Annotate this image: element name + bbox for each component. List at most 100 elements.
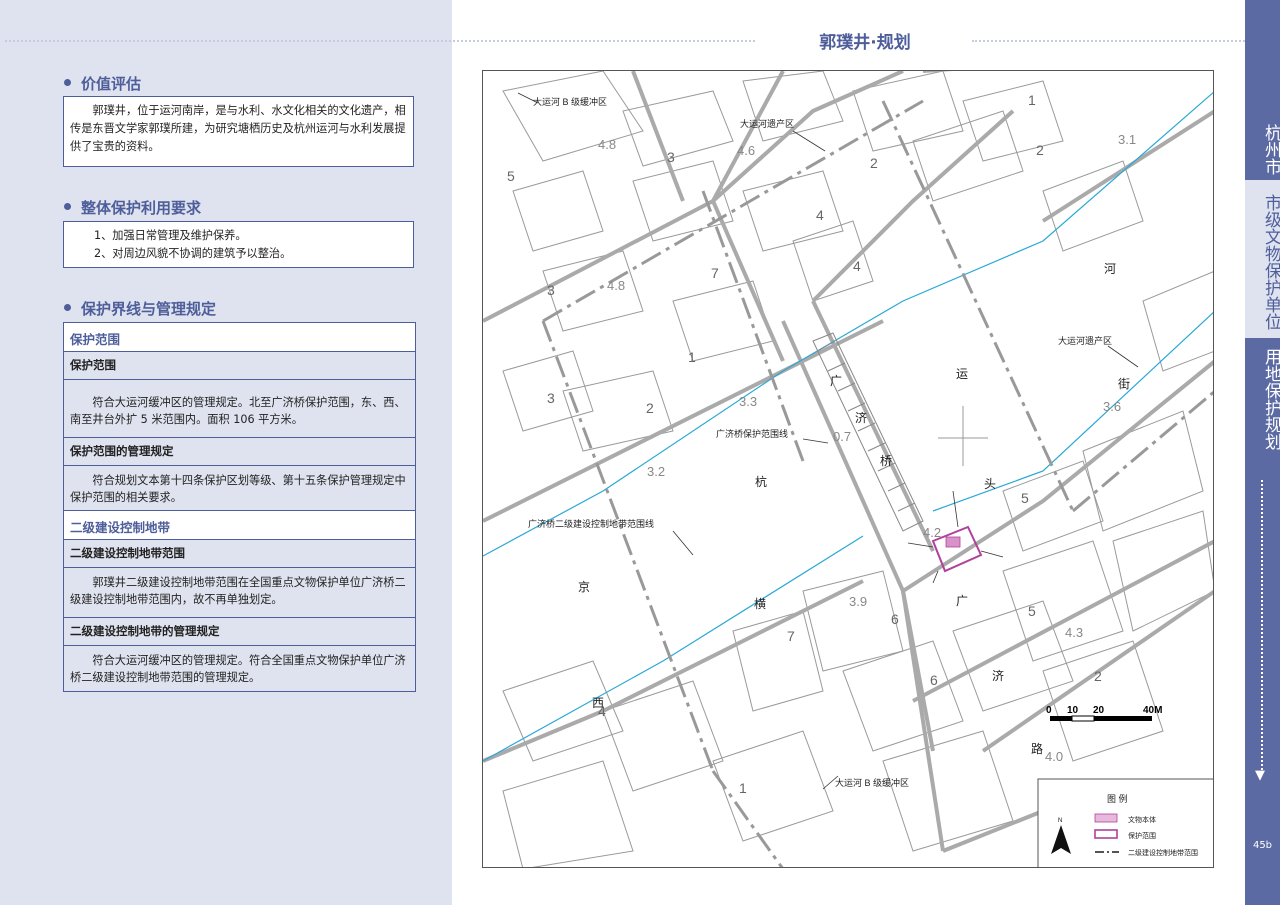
sidebar-city: 杭州市 [1261,123,1280,175]
boundaries-heading: 保护界线与管理规定 [64,298,216,319]
north-label: N [1058,818,1062,824]
crosshair [938,406,988,466]
elevation: 4.3 [1065,625,1083,640]
sidebar-dots [1261,480,1263,770]
map-char-hang: 杭 [755,474,767,489]
requirement-item: 1、加强日常管理及维护保养。 [94,229,247,242]
requirement-item: 2、对周边风貌不协调的建筑予以整治。 [94,247,292,260]
map-char-ji2: 济 [992,668,1004,683]
building-number: 4 [598,703,606,719]
map-char-ji1: 济 [855,410,867,425]
header-dots-right [972,40,1277,44]
elevation: 3.9 [849,594,867,609]
bullet-icon [64,203,71,210]
sidebar-category: 市级文物保护单位 [1261,194,1280,330]
river-lines [483,91,1213,762]
building-number: 1 [1028,92,1036,108]
value-text: 郭璞井，位于运河南岸，是与水利、水文化相关的文化遗产，相传是东晋文学家郭璞所建，… [70,104,406,153]
legend-item-control: 二级建设控制地带范围 [1128,848,1198,857]
bridge-hatch [812,332,924,532]
building-number: 6 [891,611,899,627]
road-outlines [483,71,1213,867]
control-rules-sub: 二级建设控制地带的管理规定 [64,618,415,646]
elevation: 4.2 [923,525,941,540]
map-char-heng: 横 [754,597,766,611]
page-title: 郭璞井·规划 [780,28,950,53]
building-number: 5 [507,168,515,184]
elevation: 4.8 [607,278,625,293]
building-number: 4 [816,207,824,223]
buffer-b-top-label: 大运河 B 级缓冲区 [533,96,607,107]
building-number: 3 [667,149,675,165]
legend-item-protection: 保护范围 [1128,831,1156,840]
control-line-label: 广济桥二级建设控制地带范围线 [528,518,654,529]
map-char-qiao: 桥 [880,454,892,468]
bullet-icon [64,79,71,86]
building-number: 5 [1028,603,1036,619]
elevation: 3.2 [647,464,665,479]
requirements-heading: 整体保护利用要求 [64,197,201,218]
elevation: 4.0 [1045,749,1063,764]
buffer-b-bottom-label: 大运河 B 级缓冲区 [835,777,909,788]
map-char-jie: 街 [1118,377,1130,391]
building-number: 1 [688,349,696,365]
scale-bar: 0 10 20 40M [1046,705,1162,722]
legend-item-heritage: 文物本体 [1128,815,1156,824]
building-number: 7 [787,628,795,644]
building-number: 1 [739,780,747,796]
heritage-right-label: 大运河遗产区 [1058,335,1112,346]
control-boundary [541,99,1213,867]
building-number: 3 [547,390,555,406]
building-number: 2 [1094,668,1102,684]
elevation: 3.6 [1103,399,1121,414]
control-title: 二级建设控制地带 [64,511,415,540]
building-number: 2 [646,400,654,416]
legend: 图 例 N 文物本体 保护范围 二级建设控制地带范围 [1037,778,1213,867]
bullet-icon [64,304,71,311]
map-char-jing: 京 [578,580,590,594]
value-heading: 价值评估 [64,73,141,94]
control-range-sub: 二级建设控制地带范围 [64,540,415,568]
protection-rules-sub: 保护范围的管理规定 [64,438,415,466]
map-char-guang1: 广 [830,374,842,388]
scale-tick-10: 10 [1067,705,1079,716]
map-char-he: 河 [1104,262,1116,276]
building-number: 6 [930,672,938,688]
down-arrow-icon: ▼ [1255,768,1265,783]
value-box: 郭璞井，位于运河南岸，是与水利、水文化相关的文化遗产，相传是东晋文学家郭璞所建，… [63,96,414,167]
building-number: 2 [1036,142,1044,158]
building-number: 4 [853,258,861,274]
map-char-yun: 运 [956,367,968,381]
legend-swatch-heritage [1094,813,1118,823]
elevation: 4.6 [737,143,755,158]
scale-tick-40: 40M [1143,705,1162,716]
building-outlines [502,71,1213,867]
sidebar-topic: 用地保护规划 [1261,348,1280,450]
heritage-top-label: 大运河遗产区 [740,118,794,129]
rules-table: 保护范围 保护范围 符合大运河缓冲区的管理规定。北至广济桥保护范围，东、西、南至… [63,322,416,692]
right-sidebar: 杭州市 市级文物保护单位 用地保护规划 ▼ 45b [1245,0,1280,905]
building-number: 2 [870,155,878,171]
control-range-text: 郭璞井二级建设控制地带范围在全国重点文物保护单位广济桥二级建设控制地带范围内，故… [64,568,415,618]
protection-rules-text: 符合规划文本第十四条保护区划等级、第十五条保护管理规定中保护范围的相关要求。 [64,466,415,511]
bridge-line-label: 广济桥保护范围线 [716,428,788,439]
elevation: 3.1 [1118,132,1136,147]
elevation: 0.7 [833,429,851,444]
elevation: 4.8 [598,137,616,152]
protection-range-title: 保护范围 [64,323,415,352]
map-char-tou: 头 [984,477,996,491]
planning-map: 大运河 B 级缓冲区 大运河遗产区 大运河遗产区 广济桥保护范围线 广济桥二级建… [482,70,1214,868]
page-number: 45b [1252,840,1273,851]
elevation: 3.3 [739,394,757,409]
legend-title: 图 例 [1107,793,1128,804]
scale-tick-20: 20 [1093,705,1105,716]
map-char-lu: 路 [1031,741,1043,756]
header-dots-left [5,40,755,44]
map-char-guang2: 广 [956,594,968,608]
protection-range-sub: 保护范围 [64,352,415,380]
protection-range-text: 符合大运河缓冲区的管理规定。北至广济桥保护范围，东、西、南至井台外扩 5 米范围… [64,380,415,438]
building-number: 5 [1021,490,1029,506]
scale-tick-0: 0 [1046,705,1052,716]
building-number: 3 [547,282,555,298]
requirements-box: 1、加强日常管理及维护保养。 2、对周边风貌不协调的建筑予以整治。 [63,221,414,268]
